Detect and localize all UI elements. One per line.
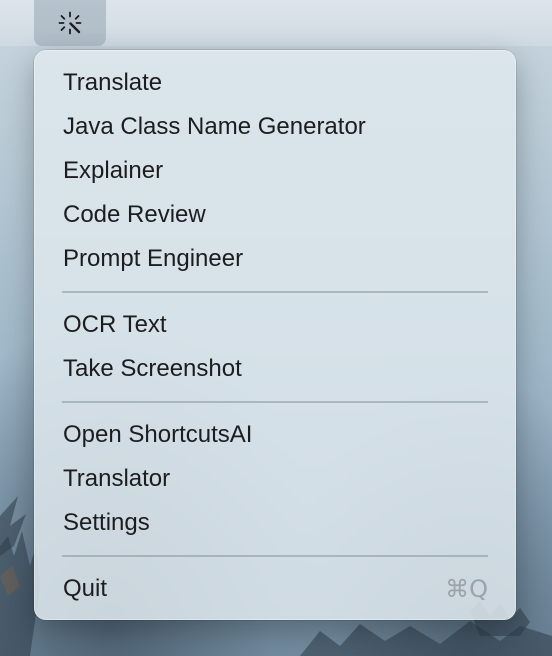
menu-item-label: OCR Text [63, 311, 167, 338]
menu-item[interactable]: OCR Text [34, 303, 516, 347]
menu-item[interactable]: Translate [34, 61, 516, 105]
menu-separator [34, 391, 516, 413]
menu-item-label: Translate [63, 69, 163, 96]
menu-item-label: Settings [63, 509, 150, 536]
menu-item[interactable]: Code Review [34, 193, 516, 237]
menu-item-label: Quit [63, 575, 108, 602]
menu-bar [0, 0, 552, 46]
menu-item[interactable]: Take Screenshot [34, 347, 516, 391]
menu-item[interactable]: Open ShortcutsAI [34, 413, 516, 457]
sparkle-wand-icon [57, 10, 83, 36]
menu-separator [34, 281, 516, 303]
quit-menu-item[interactable]: Quit ⌘Q [34, 567, 516, 611]
menu-item-label: Code Review [63, 201, 206, 228]
menu-item-label: Take Screenshot [63, 355, 242, 382]
menu-item-label: Prompt Engineer [63, 245, 244, 272]
menu-item[interactable]: Translator [34, 457, 516, 501]
menu-item-label: Translator [63, 465, 171, 492]
menu-item-label: Explainer [63, 157, 164, 184]
menu-item[interactable]: Prompt Engineer [34, 237, 516, 281]
menu-item[interactable]: Java Class Name Generator [34, 105, 516, 149]
menu-item-label: Java Class Name Generator [63, 113, 366, 140]
menu-item-label: Open ShortcutsAI [63, 421, 253, 448]
keyboard-shortcut: ⌘Q [445, 575, 488, 603]
status-menu: Translate Java Class Name Generator Expl… [34, 50, 516, 620]
menu-separator [34, 545, 516, 567]
status-bar-item[interactable] [34, 0, 106, 46]
menu-item[interactable]: Settings [34, 501, 516, 545]
menu-item[interactable]: Explainer [34, 149, 516, 193]
